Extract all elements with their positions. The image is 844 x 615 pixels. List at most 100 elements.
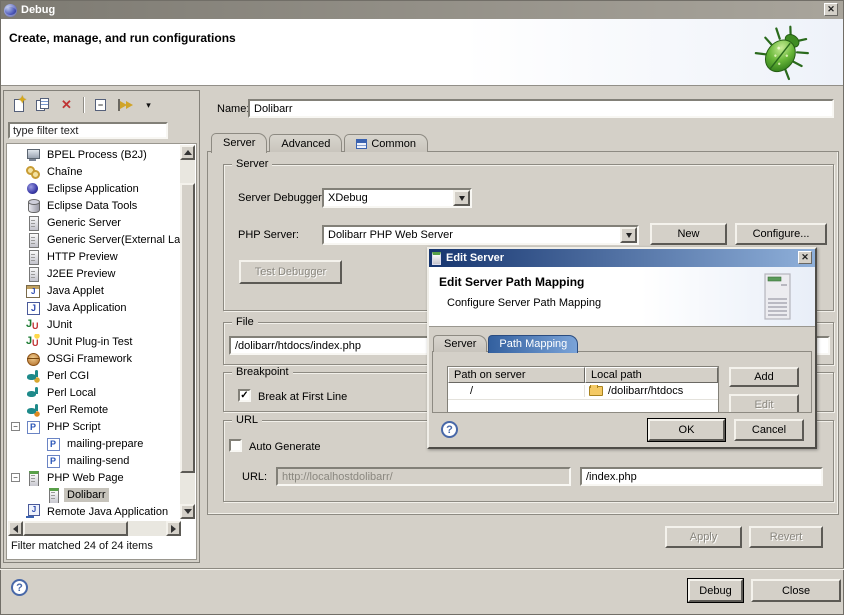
tree-item-perl-local[interactable]: Perl Local bbox=[7, 384, 180, 401]
tab-server[interactable]: Server bbox=[211, 133, 267, 153]
scroll-right-icon[interactable] bbox=[166, 521, 181, 536]
column-path-on-server[interactable]: Path on server bbox=[448, 367, 585, 383]
cancel-button[interactable]: Cancel bbox=[734, 419, 804, 441]
dialog-tab-path-mapping[interactable]: Path Mapping bbox=[488, 335, 578, 353]
ok-button[interactable]: OK bbox=[648, 419, 725, 441]
tree-item-java-application[interactable]: Java Application bbox=[7, 299, 180, 316]
perl-icon bbox=[25, 385, 40, 400]
scroll-down-icon[interactable] bbox=[180, 504, 195, 519]
auto-generate-checkbox[interactable]: ✓ bbox=[229, 439, 242, 452]
remote-java-icon bbox=[25, 504, 40, 519]
tree-item-mailing-send[interactable]: mailing-send bbox=[7, 452, 180, 469]
add-mapping-button[interactable]: Add bbox=[729, 367, 799, 387]
tree-item-label: Perl Local bbox=[44, 386, 99, 400]
tree-item-cha-ne[interactable]: Chaîne bbox=[7, 163, 180, 180]
server-icon bbox=[25, 232, 40, 247]
tree-item-label: OSGi Framework bbox=[44, 352, 135, 366]
tree-item-label: HTTP Preview bbox=[44, 250, 121, 264]
tree-item-mailing-prepare[interactable]: mailing-prepare bbox=[7, 435, 180, 452]
configure-server-button[interactable]: Configure... bbox=[735, 223, 827, 245]
php-server-combobox[interactable]: Dolibarr PHP Web Server bbox=[322, 225, 639, 245]
dialog-tabs: Server Path Mapping bbox=[433, 333, 579, 352]
tree-item-generic-server[interactable]: Generic Server bbox=[7, 214, 180, 231]
apply-button[interactable]: Apply bbox=[665, 526, 742, 548]
server-icon bbox=[25, 266, 40, 281]
tab-advanced[interactable]: Advanced bbox=[269, 134, 342, 152]
tree-item-eclipse-data-tools[interactable]: Eclipse Data Tools bbox=[7, 197, 180, 214]
break-first-line-checkbox[interactable]: ✓ bbox=[238, 389, 251, 402]
debug-button[interactable]: Debug bbox=[688, 579, 743, 602]
server-debugger-combobox[interactable]: XDebug bbox=[322, 188, 472, 208]
duplicate-configuration-button[interactable] bbox=[34, 97, 51, 114]
close-button[interactable]: Close bbox=[751, 579, 841, 602]
tree-item-generic-server-external-la[interactable]: Generic Server(External La bbox=[7, 231, 180, 248]
tree-item-label: Generic Server(External La bbox=[44, 233, 180, 247]
banner-title: Create, manage, and run configurations bbox=[9, 31, 236, 45]
dialog-help-icon[interactable]: ? bbox=[441, 421, 458, 438]
dialog-tab-server[interactable]: Server bbox=[433, 335, 487, 352]
name-input[interactable] bbox=[248, 99, 834, 118]
combo-dropdown-icon[interactable] bbox=[620, 227, 637, 243]
test-debugger-button[interactable]: Test Debugger bbox=[239, 260, 342, 284]
url-path-input[interactable] bbox=[580, 467, 823, 486]
path-mapping-table[interactable]: Path on server Local path //dolibarr/htd… bbox=[447, 366, 719, 413]
help-icon[interactable]: ? bbox=[11, 579, 28, 596]
folder-icon bbox=[589, 386, 603, 396]
tree-item-php-web-page[interactable]: −PHP Web Page bbox=[7, 469, 180, 486]
combo-dropdown-icon[interactable] bbox=[453, 190, 470, 206]
file-group-legend: File bbox=[232, 316, 258, 328]
tree-item-remote-java-application[interactable]: Remote Java Application bbox=[7, 503, 180, 520]
scroll-up-icon[interactable] bbox=[180, 145, 195, 160]
edit-mapping-button[interactable]: Edit bbox=[729, 394, 799, 413]
toolbar-menu-button[interactable]: ▾ bbox=[140, 97, 157, 114]
window-close-icon[interactable]: ✕ bbox=[824, 3, 838, 16]
break-first-line-label: Break at First Line bbox=[258, 391, 347, 403]
tree-item-java-applet[interactable]: Java Applet bbox=[7, 282, 180, 299]
collapse-all-button[interactable]: − bbox=[92, 97, 109, 114]
window-titlebar[interactable]: Debug ✕ bbox=[1, 1, 843, 19]
tree-horizontal-scrollbar[interactable] bbox=[8, 521, 181, 536]
server-group-legend: Server bbox=[232, 158, 272, 170]
collapse-expander-icon[interactable]: − bbox=[11, 422, 20, 431]
tree-item-j2ee-preview[interactable]: J2EE Preview bbox=[7, 265, 180, 282]
scroll-left-icon[interactable] bbox=[8, 521, 23, 536]
delete-icon: ✕ bbox=[61, 97, 72, 113]
new-configuration-button[interactable]: ✦ bbox=[10, 97, 27, 114]
server-icon bbox=[432, 252, 441, 265]
column-local-path[interactable]: Local path bbox=[585, 367, 718, 383]
dialog-titlebar[interactable]: Edit Server ✕ bbox=[429, 249, 815, 267]
delete-configuration-button[interactable]: ✕ bbox=[58, 97, 75, 114]
dialog-close-icon[interactable]: ✕ bbox=[798, 251, 812, 264]
vertical-scroll-thumb[interactable] bbox=[180, 183, 195, 473]
server-path-cell: / bbox=[448, 385, 585, 397]
configurations-sidebar: ✦ ✕ − ▾ BPEL Process (B2J)ChaîneEclipse … bbox=[3, 90, 200, 563]
collapse-expander-icon[interactable]: − bbox=[11, 473, 20, 482]
tree-item-perl-cgi[interactable]: Perl CGI bbox=[7, 367, 180, 384]
revert-button[interactable]: Revert bbox=[749, 526, 823, 548]
filter-status-text: Filter matched 24 of 24 items bbox=[11, 540, 153, 552]
tree-item-junit-plug-in-test[interactable]: JUnit Plug-in Test bbox=[7, 333, 180, 350]
eclipse-app-icon bbox=[25, 181, 40, 196]
tree-item-eclipse-application[interactable]: Eclipse Application bbox=[7, 180, 180, 197]
tree-item-junit[interactable]: JUnit bbox=[7, 316, 180, 333]
tree-vertical-scrollbar[interactable] bbox=[180, 145, 195, 519]
tree-item-label: Chaîne bbox=[44, 165, 85, 179]
tree-item-http-preview[interactable]: HTTP Preview bbox=[7, 248, 180, 265]
new-server-button[interactable]: New bbox=[650, 223, 727, 245]
tree-item-label: BPEL Process (B2J) bbox=[44, 148, 150, 162]
tree-item-php-script[interactable]: −PHP Script bbox=[7, 418, 180, 435]
tab-common[interactable]: Common bbox=[344, 134, 428, 152]
php-script-icon bbox=[45, 436, 60, 451]
editor-tabs: Server Advanced Common bbox=[211, 131, 430, 152]
path-mapping-row[interactable]: //dolibarr/htdocs bbox=[448, 383, 718, 400]
server-icon bbox=[25, 249, 40, 264]
tree-item-osgi-framework[interactable]: OSGi Framework bbox=[7, 350, 180, 367]
tree-item-label: Generic Server bbox=[44, 216, 124, 230]
filter-button[interactable] bbox=[116, 97, 133, 114]
dialog-title: Edit Server bbox=[446, 252, 504, 264]
tree-item-bpel-process-b2j[interactable]: BPEL Process (B2J) bbox=[7, 146, 180, 163]
filter-input[interactable] bbox=[8, 122, 168, 139]
horizontal-scroll-thumb[interactable] bbox=[23, 521, 128, 536]
tree-item-dolibarr[interactable]: Dolibarr bbox=[7, 486, 180, 503]
tree-item-perl-remote[interactable]: Perl Remote bbox=[7, 401, 180, 418]
